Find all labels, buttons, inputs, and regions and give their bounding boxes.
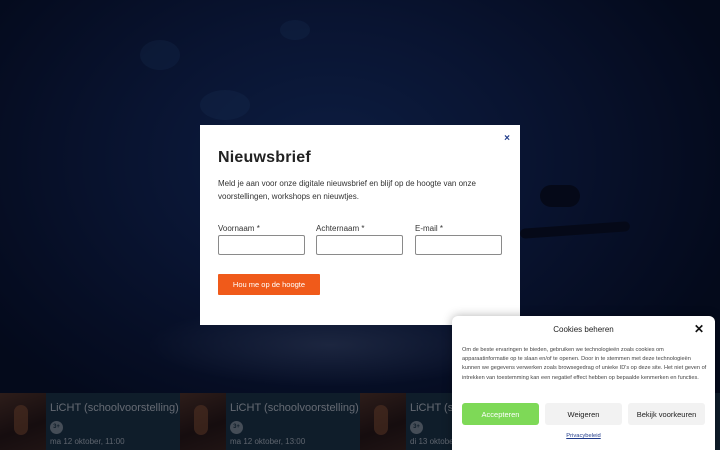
subscribe-button[interactable]: Hou me op de hoogte — [218, 274, 320, 295]
privacy-policy-link[interactable]: Privacybeleid — [452, 433, 715, 439]
close-icon[interactable]: × — [504, 133, 510, 144]
first-name-input[interactable] — [218, 235, 305, 255]
cookie-description: Om de beste ervaringen te bieden, gebrui… — [462, 347, 707, 381]
deny-cookies-button[interactable]: Weigeren — [545, 403, 622, 425]
last-name-input[interactable] — [316, 235, 403, 255]
email-input[interactable] — [415, 235, 502, 255]
close-icon[interactable]: ✕ — [694, 322, 704, 336]
last-name-label: Achternaam * — [316, 224, 365, 233]
modal-title: Nieuwsbrief — [218, 149, 311, 166]
last-name-field: Achternaam * — [316, 224, 403, 255]
email-field: E-mail * — [415, 224, 502, 255]
view-preferences-button[interactable]: Bekijk voorkeuren — [628, 403, 705, 425]
newsletter-modal: × Nieuwsbrief Meld je aan voor onze digi… — [200, 125, 520, 325]
accept-cookies-button[interactable]: Accepteren — [462, 403, 539, 425]
first-name-field: Voornaam * — [218, 224, 305, 255]
first-name-label: Voornaam * — [218, 224, 260, 233]
cookie-title: Cookies beheren — [553, 325, 614, 334]
email-label: E-mail * — [415, 224, 444, 233]
modal-description: Meld je aan voor onze digitale nieuwsbri… — [218, 179, 476, 201]
cookie-dialog: Cookies beheren ✕ Om de beste ervaringen… — [452, 316, 715, 450]
